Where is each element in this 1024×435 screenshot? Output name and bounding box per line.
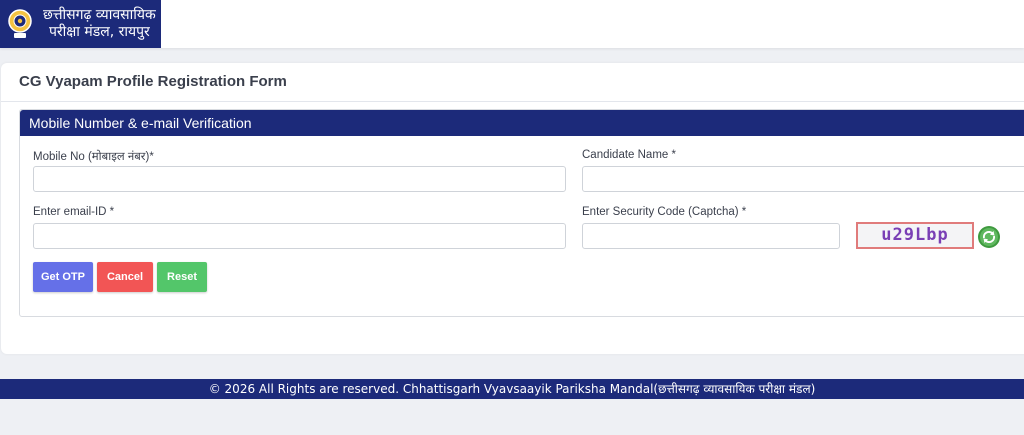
- emblem-logo-icon: [6, 7, 34, 41]
- refresh-icon[interactable]: [977, 225, 1001, 249]
- registration-card: CG Vyapam Profile Registration Form Mobi…: [1, 63, 1024, 354]
- title-divider: [1, 101, 1024, 102]
- page-title: CG Vyapam Profile Registration Form: [19, 73, 287, 90]
- reset-button[interactable]: Reset: [157, 262, 207, 292]
- verification-panel: Mobile Number & e-mail Verification Mobi…: [19, 109, 1024, 317]
- email-label: Enter email-ID *: [33, 206, 115, 218]
- captcha-image: u29Lbp: [856, 222, 974, 249]
- get-otp-button[interactable]: Get OTP: [33, 262, 93, 292]
- brand-block[interactable]: छत्तीसगढ़ व्यावसायिक परीक्षा मंडल, रायपु…: [0, 0, 161, 48]
- captcha-input[interactable]: [582, 223, 840, 249]
- candidate-name-label: Candidate Name *: [582, 149, 676, 161]
- email-input[interactable]: [33, 223, 566, 249]
- candidate-name-input[interactable]: [582, 166, 1024, 192]
- top-header: छत्तीसगढ़ व्यावसायिक परीक्षा मंडल, रायपु…: [0, 0, 1024, 48]
- panel-heading: Mobile Number & e-mail Verification: [20, 110, 1024, 136]
- brand-name: छत्तीसगढ़ व्यावसायिक परीक्षा मंडल, रायपु…: [43, 7, 156, 41]
- captcha-label: Enter Security Code (Captcha) *: [582, 206, 747, 218]
- footer-copyright: © 2026 All Rights are reserved. Chhattis…: [0, 379, 1024, 399]
- brand-line-2: परीक्षा मंडल, रायपुर: [48, 24, 150, 40]
- cancel-button[interactable]: Cancel: [97, 262, 153, 292]
- brand-line-1: छत्तीसगढ़ व्यावसायिक: [43, 7, 156, 23]
- mobile-input[interactable]: [33, 166, 566, 192]
- mobile-label: Mobile No (मोबाइल नंबर)*: [33, 151, 154, 163]
